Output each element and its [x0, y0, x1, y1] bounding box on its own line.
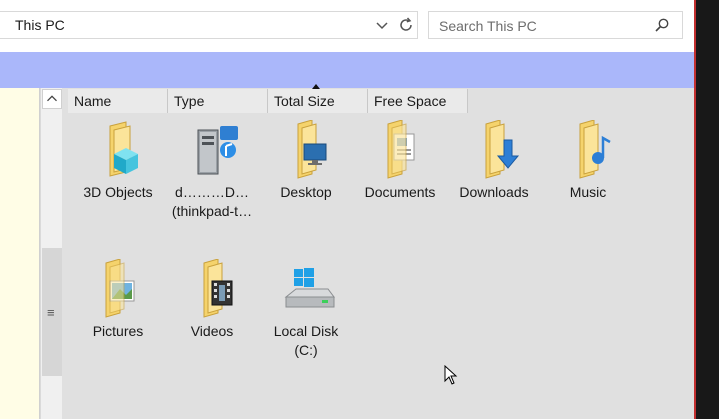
item-3d-objects[interactable]: 3D Objects	[71, 120, 165, 202]
item-media-server[interactable]: d………D… (thinkpad-t…	[165, 120, 259, 221]
address-path: This PC	[15, 17, 65, 33]
ribbon-band	[0, 52, 694, 88]
chevron-down-icon[interactable]	[374, 17, 390, 33]
item-downloads[interactable]: Downloads	[447, 119, 541, 202]
item-label: Music	[569, 184, 607, 200]
downloads-folder-icon	[485, 119, 520, 179]
item-sublabel: (thinkpad-t…	[171, 203, 253, 219]
column-free-space-label: Free Space	[374, 93, 447, 109]
explorer-window: This PC Search This PC ≡ Name Type Total…	[0, 0, 719, 419]
item-desktop[interactable]: Desktop	[259, 119, 353, 202]
navigation-pane[interactable]	[0, 88, 40, 419]
scroll-thumb[interactable]: ≡	[42, 248, 62, 376]
item-label: Downloads	[459, 184, 529, 200]
refresh-icon[interactable]	[397, 16, 415, 34]
nav-scrollbar[interactable]: ≡	[40, 88, 62, 419]
item-pictures[interactable]: Pictures	[71, 258, 165, 341]
column-name[interactable]: Name	[68, 89, 168, 113]
pictures-folder-icon	[105, 258, 135, 318]
search-placeholder: Search This PC	[439, 18, 537, 34]
local-disk-icon	[284, 268, 335, 308]
3d-objects-folder-icon	[109, 121, 138, 177]
item-music[interactable]: Music	[541, 119, 635, 202]
media-server-icon	[197, 126, 238, 175]
file-view[interactable]: Name Type Total Size Free Space 3D Objec…	[62, 84, 694, 419]
grip-icon: ≡	[47, 305, 55, 320]
search-input[interactable]: Search This PC	[428, 11, 683, 39]
column-total-size[interactable]: Total Size	[268, 84, 368, 113]
column-free-space[interactable]: Free Space	[368, 89, 468, 113]
item-label: Local Disk	[273, 323, 339, 339]
videos-folder-icon	[203, 258, 233, 318]
window-border	[694, 0, 719, 419]
border-accent	[694, 0, 696, 419]
desktop-folder-icon	[297, 119, 327, 179]
item-documents[interactable]: Documents	[353, 119, 447, 202]
column-name-label: Name	[74, 93, 112, 109]
documents-folder-icon	[387, 119, 415, 179]
item-videos[interactable]: Videos	[165, 258, 259, 341]
item-label: Documents	[364, 184, 436, 200]
item-label: Videos	[190, 323, 234, 339]
address-row: This PC Search This PC	[0, 0, 694, 52]
music-folder-icon	[579, 119, 611, 179]
item-label: d………D…	[175, 184, 249, 200]
mouse-cursor-icon	[444, 365, 458, 385]
column-total-size-label: Total Size	[274, 93, 335, 109]
item-label: Pictures	[92, 323, 144, 339]
item-label: 3D Objects	[83, 184, 153, 200]
scroll-up-button[interactable]	[42, 89, 62, 109]
chevron-up-icon	[47, 95, 57, 102]
search-icon[interactable]	[654, 17, 670, 33]
column-type[interactable]: Type	[168, 89, 268, 113]
item-label: Desktop	[280, 184, 332, 200]
column-header: Name Type Total Size Free Space	[68, 84, 468, 113]
sort-up-icon	[312, 84, 320, 89]
item-sublabel: (C:)	[294, 342, 318, 358]
address-bar[interactable]: This PC	[0, 11, 418, 39]
item-local-disk[interactable]: Local Disk (C:)	[259, 259, 353, 360]
column-type-label: Type	[174, 93, 205, 109]
